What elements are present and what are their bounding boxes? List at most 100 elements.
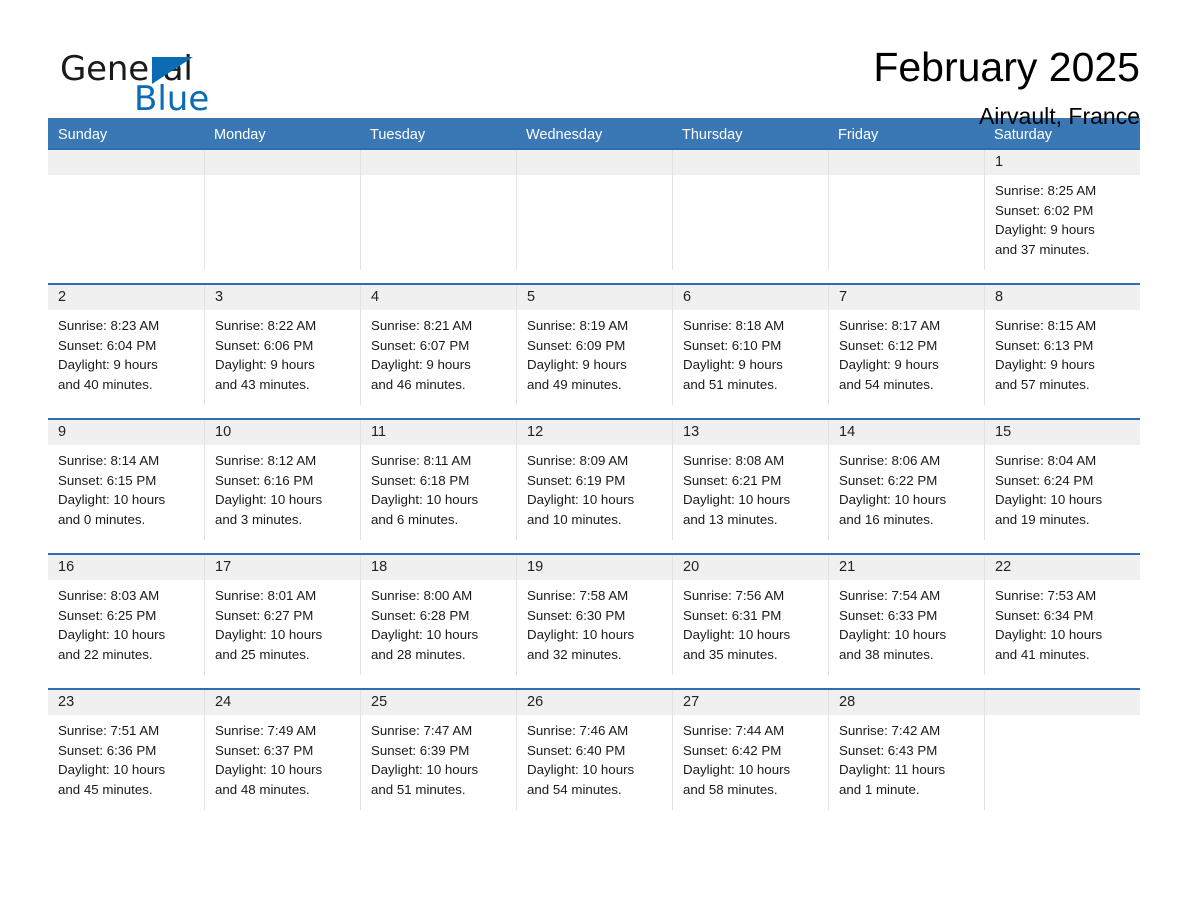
- sunrise-text: Sunrise: 8:23 AM: [58, 318, 160, 333]
- daylight-text-line2: and 41 minutes.: [995, 646, 1090, 662]
- day-number: 10: [205, 420, 360, 445]
- calendar-cell-day[interactable]: 17 Sunrise: 8:01 AM Sunset: 6:27 PM Dayligh…: [204, 555, 360, 675]
- sunrise-text: Sunrise: 7:53 AM: [995, 588, 1097, 603]
- daylight-text-line1: Daylight: 10 hours: [371, 627, 479, 643]
- calendar-cell-day[interactable]: 3 Sunrise: 8:22 AM Sunset: 6:06 PM Daylight…: [204, 285, 360, 405]
- day-number: [361, 150, 516, 175]
- sunrise-text: Sunrise: 8:11 AM: [371, 453, 472, 468]
- daylight-text-line1: Daylight: 10 hours: [527, 762, 635, 778]
- calendar-cell-day[interactable]: 16 Sunrise: 8:03 AM Sunset: 6:25 PM Dayligh…: [48, 555, 204, 675]
- calendar-cell-day[interactable]: 27 Sunrise: 7:44 AM Sunset: 6:42 PM Dayligh…: [672, 690, 828, 810]
- sunset-text: Sunset: 6:28 PM: [371, 607, 470, 623]
- calendar-cell-day[interactable]: 5 Sunrise: 8:19 AM Sunset: 6:09 PM Daylight…: [516, 285, 672, 405]
- calendar-cell-day[interactable]: 2 Sunrise: 8:23 AM Sunset: 6:04 PM Daylight…: [48, 285, 204, 405]
- brand-name-blue: Blue: [134, 79, 210, 119]
- calendar-cell-day[interactable]: 6 Sunrise: 8:18 AM Sunset: 6:10 PM Daylight…: [672, 285, 828, 405]
- sunrise-text: Sunrise: 8:18 AM: [683, 318, 785, 333]
- sunrise-text: Sunrise: 8:03 AM: [58, 588, 160, 603]
- calendar-cell-empty: [360, 150, 516, 270]
- daylight-text-line1: Daylight: 10 hours: [58, 492, 166, 508]
- weekday-header-friday: Friday: [838, 127, 879, 143]
- day-number: 13: [673, 420, 828, 445]
- calendar-cell-day[interactable]: 11 Sunrise: 8:11 AM Sunset: 6:18 PM Dayligh…: [360, 420, 516, 540]
- weekday-header-tuesday: Tuesday: [370, 127, 426, 143]
- sunrise-text: Sunrise: 8:01 AM: [215, 588, 317, 603]
- daylight-text-line1: Daylight: 10 hours: [683, 762, 791, 778]
- calendar-cell-day[interactable]: 25 Sunrise: 7:47 AM Sunset: 6:39 PM Dayligh…: [360, 690, 516, 810]
- sunrise-text: Sunrise: 7:56 AM: [683, 588, 785, 603]
- day-number: 1: [985, 150, 1140, 175]
- daylight-text-line1: Daylight: 10 hours: [58, 762, 166, 778]
- day-details: Sunrise: 7:49 AM Sunset: 6:37 PM Daylight:…: [205, 715, 360, 799]
- day-number: 12: [517, 420, 672, 445]
- daylight-text-line1: Daylight: 10 hours: [215, 627, 323, 643]
- day-details: Sunrise: 8:04 AM Sunset: 6:24 PM Daylight:…: [985, 445, 1140, 529]
- calendar-cell-empty: [516, 150, 672, 270]
- sunrise-text: Sunrise: 7:49 AM: [215, 723, 317, 738]
- sunrise-text: Sunrise: 8:06 AM: [839, 453, 941, 468]
- calendar-cell-day[interactable]: 15 Sunrise: 8:04 AM Sunset: 6:24 PM Dayligh…: [984, 420, 1140, 540]
- day-details: Sunrise: 8:09 AM Sunset: 6:19 PM Daylight:…: [517, 445, 672, 529]
- day-number: 17: [205, 555, 360, 580]
- day-number: 9: [48, 420, 204, 445]
- daylight-text-line2: and 43 minutes.: [215, 376, 310, 392]
- daylight-text-line1: Daylight: 9 hours: [683, 357, 783, 373]
- calendar-cell-day[interactable]: 24 Sunrise: 7:49 AM Sunset: 6:37 PM Dayligh…: [204, 690, 360, 810]
- calendar-cell-day[interactable]: 14 Sunrise: 8:06 AM Sunset: 6:22 PM Dayligh…: [828, 420, 984, 540]
- sunset-text: Sunset: 6:25 PM: [58, 607, 157, 623]
- sunset-text: Sunset: 6:40 PM: [527, 742, 626, 758]
- day-details: Sunrise: 8:15 AM Sunset: 6:13 PM Daylight:…: [985, 310, 1140, 394]
- day-details: Sunrise: 8:01 AM Sunset: 6:27 PM Daylight:…: [205, 580, 360, 664]
- day-details: Sunrise: 8:21 AM Sunset: 6:07 PM Daylight:…: [361, 310, 516, 394]
- sunset-text: Sunset: 6:16 PM: [215, 472, 314, 488]
- day-number: [517, 150, 672, 175]
- day-details: Sunrise: 7:51 AM Sunset: 6:36 PM Daylight:…: [48, 715, 204, 799]
- day-details: Sunrise: 7:58 AM Sunset: 6:30 PM Daylight:…: [517, 580, 672, 664]
- day-details: Sunrise: 8:17 AM Sunset: 6:12 PM Daylight:…: [829, 310, 984, 394]
- calendar-cell-day[interactable]: 20 Sunrise: 7:56 AM Sunset: 6:31 PM Dayligh…: [672, 555, 828, 675]
- calendar-grid: Sunday Monday Tuesday Wednesday Thursday Frid…: [48, 118, 1140, 810]
- calendar-cell-day[interactable]: 22 Sunrise: 7:53 AM Sunset: 6:34 PM Dayligh…: [984, 555, 1140, 675]
- day-number: 16: [48, 555, 204, 580]
- sunrise-text: Sunrise: 8:19 AM: [527, 318, 629, 333]
- calendar-cell-day[interactable]: 19 Sunrise: 7:58 AM Sunset: 6:30 PM Dayligh…: [516, 555, 672, 675]
- day-details: Sunrise: 8:11 AM Sunset: 6:18 PM Daylight:…: [361, 445, 516, 529]
- calendar-cell-empty: [984, 690, 1140, 810]
- calendar-cell-day[interactable]: 12 Sunrise: 8:09 AM Sunset: 6:19 PM Dayligh…: [516, 420, 672, 540]
- sunrise-text: Sunrise: 8:12 AM: [215, 453, 317, 468]
- daylight-text-line1: Daylight: 9 hours: [58, 357, 158, 373]
- day-number: 25: [361, 690, 516, 715]
- sunrise-text: Sunrise: 8:25 AM: [995, 183, 1097, 198]
- day-number: 14: [829, 420, 984, 445]
- sunset-text: Sunset: 6:34 PM: [995, 607, 1094, 623]
- calendar-cell-day[interactable]: 10 Sunrise: 8:12 AM Sunset: 6:16 PM Dayligh…: [204, 420, 360, 540]
- sunrise-text: Sunrise: 8:17 AM: [839, 318, 941, 333]
- day-number: 3: [205, 285, 360, 310]
- calendar-cell-day[interactable]: 18 Sunrise: 8:00 AM Sunset: 6:28 PM Dayligh…: [360, 555, 516, 675]
- daylight-text-line1: Daylight: 9 hours: [371, 357, 471, 373]
- day-number: 11: [361, 420, 516, 445]
- day-number: 24: [205, 690, 360, 715]
- daylight-text-line1: Daylight: 10 hours: [839, 492, 947, 508]
- calendar-cell-day[interactable]: 1 Sunrise: 8:25 AM Sunset: 6:02 PM Daylight…: [984, 150, 1140, 270]
- calendar-cell-day[interactable]: 9 Sunrise: 8:14 AM Sunset: 6:15 PM Daylight…: [48, 420, 204, 540]
- calendar-week-row: 2 Sunrise: 8:23 AM Sunset: 6:04 PM Daylight…: [48, 283, 1140, 405]
- brand-logo[interactable]: General Blue: [56, 44, 296, 118]
- calendar-cell-empty: [48, 150, 204, 270]
- calendar-cell-day[interactable]: 13 Sunrise: 8:08 AM Sunset: 6:21 PM Dayligh…: [672, 420, 828, 540]
- calendar-cell-day[interactable]: 28 Sunrise: 7:42 AM Sunset: 6:43 PM Dayligh…: [828, 690, 984, 810]
- calendar-cell-day[interactable]: 23 Sunrise: 7:51 AM Sunset: 6:36 PM Dayligh…: [48, 690, 204, 810]
- day-details: Sunrise: 8:18 AM Sunset: 6:10 PM Daylight:…: [673, 310, 828, 394]
- calendar-cell-day[interactable]: 7 Sunrise: 8:17 AM Sunset: 6:12 PM Daylight…: [828, 285, 984, 405]
- calendar-cell-day[interactable]: 26 Sunrise: 7:46 AM Sunset: 6:40 PM Dayligh…: [516, 690, 672, 810]
- sunrise-text: Sunrise: 8:21 AM: [371, 318, 473, 333]
- sunrise-text: Sunrise: 8:04 AM: [995, 453, 1097, 468]
- daylight-text-line2: and 48 minutes.: [215, 781, 310, 797]
- daylight-text-line2: and 38 minutes.: [839, 646, 934, 662]
- calendar-cell-day[interactable]: 8 Sunrise: 8:15 AM Sunset: 6:13 PM Daylight…: [984, 285, 1140, 405]
- daylight-text-line2: and 51 minutes.: [683, 376, 778, 392]
- calendar-cell-day[interactable]: 21 Sunrise: 7:54 AM Sunset: 6:33 PM Dayligh…: [828, 555, 984, 675]
- calendar-week-row: 23 Sunrise: 7:51 AM Sunset: 6:36 PM Dayligh…: [48, 688, 1140, 810]
- calendar-cell-day[interactable]: 4 Sunrise: 8:21 AM Sunset: 6:07 PM Daylight…: [360, 285, 516, 405]
- day-details: Sunrise: 7:46 AM Sunset: 6:40 PM Daylight:…: [517, 715, 672, 799]
